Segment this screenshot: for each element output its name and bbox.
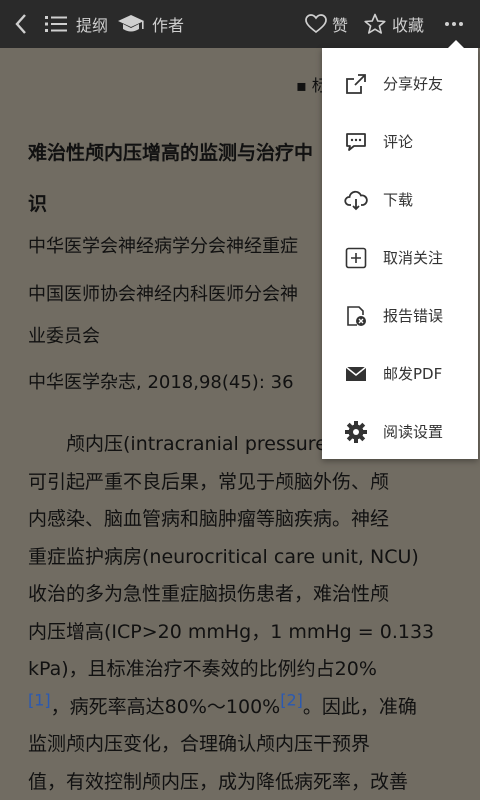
citation-link[interactable]: [2] (280, 690, 303, 709)
mail-icon (345, 366, 367, 381)
favorite-button[interactable]: 收藏 (364, 0, 424, 48)
menu-item-report-error[interactable]: 报告错误 (322, 286, 478, 344)
author-button[interactable]: 作者 (117, 0, 184, 48)
body-line: 收治的多为急性重症脑损伤患者，难治性颅 (28, 583, 390, 605)
menu-item-label: 阅读设置 (383, 422, 444, 441)
back-button[interactable] (14, 0, 28, 48)
author-line: 中华医学会神经病学分会神经重症 (28, 236, 298, 257)
menu-item-label: 分享好友 (383, 74, 444, 93)
body-line: 监测颅内压变化，合理确认颅内压干预界 (28, 733, 371, 755)
share-icon (346, 74, 366, 94)
body-text: ，病死率高达80%～100% (50, 695, 281, 718)
body-line: 可引起严重不良后果，常见于颅脑外伤、颅 (28, 470, 390, 493)
like-button[interactable]: 赞 (305, 0, 348, 48)
more-options-menu: 分享好友 评论 下载 取消关注 报告错误 邮发PDF 阅读设置 (322, 40, 478, 460)
star-icon (364, 13, 386, 34)
settings-icon (345, 421, 367, 443)
download-icon (344, 190, 368, 211)
menu-item-label: 报告错误 (383, 306, 444, 325)
comment-icon (346, 133, 366, 151)
journal-source: 中华医学杂志, 2018,98(45): 36 (28, 372, 294, 393)
menu-item-label: 取消关注 (383, 248, 444, 267)
unfollow-icon (345, 247, 367, 269)
more-dots-icon (445, 22, 463, 26)
menu-item-reading-settings[interactable]: 阅读设置 (322, 402, 478, 460)
author-line: 业委员会 (28, 326, 100, 347)
author-line: 中国医师协会神经内科医师分会神 (28, 284, 298, 305)
favorite-label: 收藏 (392, 16, 425, 35)
menu-item-download[interactable]: 下载 (322, 170, 478, 228)
outline-label: 提纲 (76, 16, 109, 35)
body-line: kPa)，且标准治疗不奏效的比例约占20% (28, 658, 377, 680)
menu-item-mail-pdf[interactable]: 邮发PDF (322, 344, 478, 402)
menu-item-unfollow[interactable]: 取消关注 (322, 228, 478, 286)
menu-item-label: 下载 (383, 190, 414, 209)
body-line: 内感染、脑血管病和脑肿瘤等脑疾病。神经 (28, 508, 390, 530)
body-line: 值，有效控制颅内压，成为降低病死率，改善 (28, 770, 409, 793)
body-line: [1]，病死率高达80%～100%[2]。因此，准确 (28, 689, 468, 727)
author-label: 作者 (152, 16, 185, 35)
outline-button[interactable]: 提纲 (45, 0, 108, 48)
article-body: 颅内压(intracranial pressure 可引起严重不良后果，常见于颅… (28, 426, 468, 800)
list-icon (45, 16, 67, 32)
menu-item-comment[interactable]: 评论 (322, 112, 478, 170)
citation-link[interactable]: [1] (28, 690, 51, 709)
body-line: 重症监护病房(neurocritical care unit, NCU) (28, 545, 419, 568)
menu-item-share[interactable]: 分享好友 (322, 54, 478, 112)
body-text: 。因此，准确 (302, 695, 417, 718)
back-arrow-icon (15, 14, 26, 34)
graduation-cap-icon (118, 15, 144, 32)
report-error-icon (347, 306, 366, 326)
like-label: 赞 (332, 16, 349, 35)
menu-item-label: 邮发PDF (383, 364, 443, 383)
heart-icon (305, 14, 327, 34)
body-line: 内压增高(ICP>20 mmHg，1 mmHg = 0.133 (28, 620, 435, 643)
menu-item-label: 评论 (383, 132, 414, 151)
top-bar: 提纲 作者 赞 收藏 (0, 0, 480, 48)
